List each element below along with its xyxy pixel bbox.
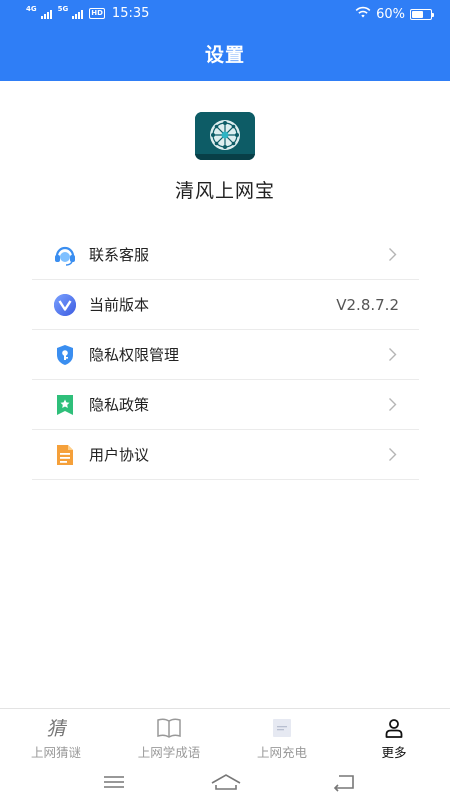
home-icon[interactable] [210, 772, 242, 792]
hd-badge: HD [89, 8, 105, 19]
settings-item-version[interactable]: 当前版本 V2.8.7.2 [32, 280, 419, 330]
network-type-label: 4G [26, 5, 37, 13]
chevron-right-icon [389, 448, 397, 461]
battery-icon [410, 8, 434, 20]
signal-icon [40, 9, 52, 19]
back-icon[interactable] [331, 772, 357, 792]
header-bar: 4G 5G HD 15:35 60% 设置 [0, 0, 450, 81]
wifi-icon [355, 6, 371, 22]
tab-label: 上网猜谜 [30, 745, 81, 760]
version-icon [52, 292, 78, 318]
tab-label: 上网充电 [256, 745, 307, 760]
signal-icon-2 [72, 9, 84, 19]
battery-percent: 60% [376, 6, 405, 22]
chevron-right-icon [389, 398, 397, 411]
settings-item-privacy-permission[interactable]: 隐私权限管理 [32, 330, 419, 380]
app-logo [195, 112, 255, 160]
bottom-tab-bar: 猜 上网猜谜 上网学成语 上网充电 更多 [0, 708, 450, 766]
status-time: 15:35 [111, 6, 150, 21]
app-name: 清风上网宝 [174, 180, 275, 202]
settings-item-label: 联系客服 [89, 246, 150, 264]
settings-item-privacy-policy[interactable]: 隐私政策 [32, 380, 419, 430]
tab-label: 上网学成语 [137, 745, 201, 760]
battery-fill [412, 10, 423, 18]
settings-item-user-agreement[interactable]: 用户协议 [32, 430, 419, 480]
system-nav-bar [0, 766, 450, 800]
settings-list: 联系客服 当前版本 V2.8.7.2 隐私权限管理 隐私政策 用户协议 [32, 230, 419, 480]
settings-item-label: 用户协议 [89, 446, 150, 464]
settings-item-label: 当前版本 [89, 296, 150, 314]
network-type-label-2: 5G [57, 5, 69, 13]
customer-service-icon [52, 242, 78, 268]
settings-item-customer-service[interactable]: 联系客服 [32, 230, 419, 280]
version-value: V2.8.7.2 [336, 296, 399, 314]
tab-charge[interactable]: 上网充电 [232, 716, 332, 761]
charge-icon [232, 716, 332, 740]
privacy-policy-icon [52, 392, 78, 418]
privacy-permission-icon [52, 342, 78, 368]
tab-riddle[interactable]: 猜 上网猜谜 [6, 716, 106, 761]
svg-text:猜: 猜 [46, 718, 67, 739]
chevron-right-icon [389, 248, 397, 261]
settings-item-label: 隐私权限管理 [89, 346, 180, 364]
status-bar: 4G 5G HD 15:35 60% [0, 0, 450, 28]
tab-label: 更多 [381, 745, 407, 760]
page-title: 设置 [204, 44, 245, 66]
user-agreement-icon [52, 442, 78, 468]
tab-more[interactable]: 更多 [344, 716, 444, 761]
settings-item-label: 隐私政策 [89, 396, 150, 414]
chevron-right-icon [389, 348, 397, 361]
tab-idiom[interactable]: 上网学成语 [119, 716, 219, 761]
menu-icon[interactable] [101, 772, 127, 792]
book-icon [119, 716, 219, 740]
riddle-icon: 猜 [6, 716, 106, 740]
profile-icon [344, 716, 444, 740]
